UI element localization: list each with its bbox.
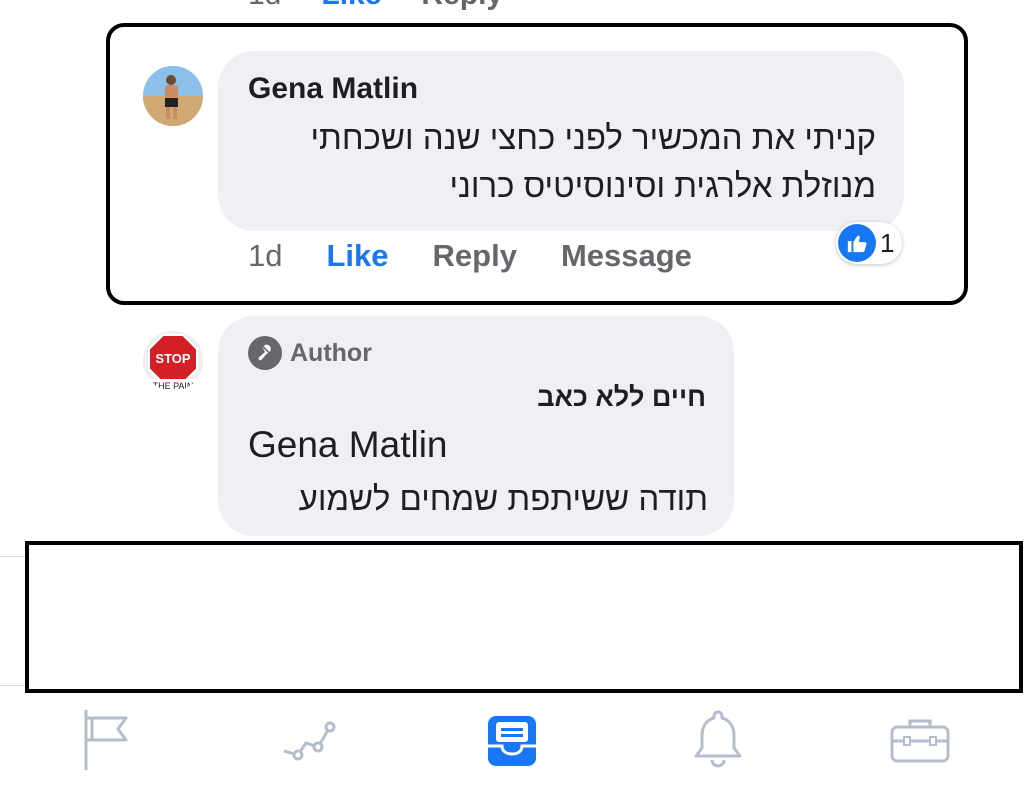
nav-notifications[interactable] xyxy=(678,707,758,777)
flag-icon xyxy=(80,708,132,777)
nav-insights[interactable] xyxy=(268,707,348,777)
avatar-stop-text: STOP xyxy=(155,351,190,366)
insights-icon xyxy=(278,715,338,770)
previous-comment-actions: 1d Like Reply xyxy=(248,0,503,12)
previous-comment-time: 1d xyxy=(248,0,281,12)
comment-text-line-2: מנוזלת אלרגית וסינוסיטיס כרוני xyxy=(449,167,876,204)
page-avatar[interactable]: STOP THE PAIN xyxy=(143,331,203,391)
comment-text-line-1: קניתי את המכשיר לפני כחצי שנה ושכחתי xyxy=(310,119,876,156)
reply-text: תודה ששיתפת שמחים לשמוע xyxy=(298,480,708,517)
bottom-nav xyxy=(0,695,1024,796)
comment-text: קניתי את המכשיר לפני כחצי שנה ושכחתי מנו… xyxy=(248,114,876,210)
author-badge: Author xyxy=(248,336,372,370)
previous-like-button[interactable]: Like xyxy=(321,0,381,12)
comment-time: 1d xyxy=(248,238,283,273)
like-button[interactable]: Like xyxy=(326,238,388,274)
inbox-icon xyxy=(484,710,540,775)
briefcase-icon xyxy=(888,715,952,770)
nav-tools[interactable] xyxy=(880,707,960,777)
author-label: Author xyxy=(290,338,372,367)
page-name[interactable]: חיים ללא כאב xyxy=(520,382,706,413)
redacted-area xyxy=(25,541,1023,693)
bell-icon xyxy=(690,708,746,777)
microphone-icon xyxy=(248,336,282,370)
nav-inbox[interactable] xyxy=(472,707,552,777)
reaction-count: 1 xyxy=(880,227,895,258)
commenter-name[interactable]: Gena Matlin xyxy=(248,72,418,106)
avatar-pain-text: THE PAIN xyxy=(153,381,194,391)
mention-tag[interactable]: Gena Matlin xyxy=(248,424,448,466)
reaction-count-badge[interactable]: 1 xyxy=(836,222,903,264)
thumbs-up-icon xyxy=(838,224,876,262)
commenter-avatar[interactable] xyxy=(143,66,203,126)
reply-button[interactable]: Reply xyxy=(433,238,517,274)
comment-actions: 1d Like Reply Message xyxy=(248,238,736,274)
previous-reply-button[interactable]: Reply xyxy=(421,0,503,12)
message-button[interactable]: Message xyxy=(561,238,692,274)
nav-pages[interactable] xyxy=(66,707,146,777)
